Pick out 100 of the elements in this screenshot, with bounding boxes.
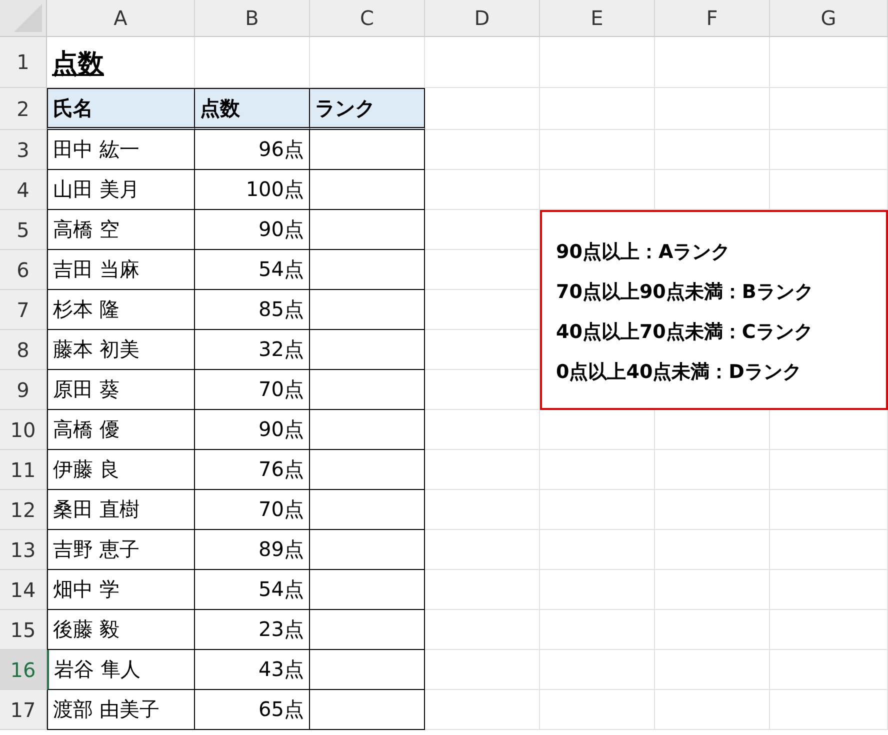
rule-text: 0点以上40点未満：Dランク	[556, 360, 802, 385]
empty-cell[interactable]	[540, 530, 655, 570]
empty-cell[interactable]	[655, 88, 770, 130]
table-cell: 原田 葵	[53, 376, 120, 403]
table-cell: 山田 美月	[53, 176, 140, 203]
empty-cell[interactable]	[655, 570, 770, 610]
table-cell: 吉田 当麻	[53, 256, 140, 283]
column-heading: 氏名	[53, 94, 93, 122]
table-cell: 54点	[258, 576, 304, 603]
empty-cell[interactable]	[770, 450, 888, 490]
row-header[interactable]: 3	[0, 130, 47, 170]
empty-cell[interactable]	[770, 530, 888, 570]
empty-cell[interactable]	[540, 490, 655, 530]
empty-cell[interactable]	[540, 37, 655, 88]
empty-cell[interactable]	[540, 610, 655, 650]
table-cell[interactable]	[310, 250, 425, 290]
row-header[interactable]: 1	[0, 37, 47, 88]
row-header[interactable]: 2	[0, 88, 47, 130]
row-header[interactable]: 10	[0, 410, 47, 450]
empty-cell[interactable]	[425, 170, 540, 210]
row-header[interactable]: 9	[0, 370, 47, 410]
row-header[interactable]: 17	[0, 690, 47, 730]
table-cell[interactable]	[310, 410, 425, 450]
empty-cell[interactable]	[770, 570, 888, 610]
table-cell: 96点	[258, 136, 304, 163]
empty-cell[interactable]	[770, 690, 888, 730]
empty-cell[interactable]	[770, 88, 888, 130]
table-cell: 85点	[258, 296, 304, 323]
table-cell[interactable]	[310, 170, 425, 210]
empty-cell[interactable]	[655, 610, 770, 650]
empty-cell[interactable]	[655, 650, 770, 690]
row-header[interactable]: 11	[0, 450, 47, 490]
table-cell: 伊藤 良	[53, 456, 120, 483]
table-cell: 岩谷 隼人	[54, 656, 140, 683]
row-header[interactable]: 12	[0, 490, 47, 530]
row-header[interactable]: 4	[0, 170, 47, 210]
table-cell[interactable]	[310, 690, 425, 730]
empty-cell[interactable]	[540, 650, 655, 690]
table-cell: 70点	[258, 496, 304, 523]
row-header[interactable]: 8	[0, 330, 47, 370]
empty-cell[interactable]	[425, 690, 540, 730]
table-cell: 76点	[258, 456, 304, 483]
table-cell[interactable]	[310, 210, 425, 250]
empty-cell[interactable]	[425, 650, 540, 690]
empty-cell[interactable]	[540, 690, 655, 730]
row-header[interactable]: 5	[0, 210, 47, 250]
empty-cell[interactable]	[655, 450, 770, 490]
empty-cell[interactable]	[425, 130, 540, 170]
empty-cell[interactable]	[770, 37, 888, 88]
column-header[interactable]: D	[425, 0, 540, 37]
empty-cell[interactable]	[770, 130, 888, 170]
empty-cell[interactable]	[770, 650, 888, 690]
empty-cell[interactable]	[540, 88, 655, 130]
rule-text: 40点以上70点未満：Cランク	[556, 320, 813, 345]
row-header[interactable]: 6	[0, 250, 47, 290]
table-cell[interactable]	[310, 530, 425, 570]
table-cell: 89点	[258, 536, 304, 563]
row-header[interactable]: 14	[0, 570, 47, 610]
row-header[interactable]: 13	[0, 530, 47, 570]
table-cell[interactable]	[310, 610, 425, 650]
table-cell[interactable]	[310, 490, 425, 530]
table-cell[interactable]	[310, 450, 425, 490]
empty-cell[interactable]	[770, 490, 888, 530]
empty-cell[interactable]	[425, 37, 540, 88]
row-header[interactable]: 7	[0, 290, 47, 330]
table-cell[interactable]	[310, 650, 425, 690]
empty-cell[interactable]	[655, 130, 770, 170]
row-header[interactable]: 16	[0, 650, 47, 690]
table-cell[interactable]	[310, 570, 425, 610]
empty-cell[interactable]	[540, 570, 655, 610]
empty-cell[interactable]	[425, 450, 540, 490]
empty-cell[interactable]	[425, 530, 540, 570]
empty-cell[interactable]	[425, 570, 540, 610]
empty-cell[interactable]	[655, 690, 770, 730]
table-cell[interactable]	[310, 290, 425, 330]
empty-cell[interactable]	[540, 450, 655, 490]
empty-cell[interactable]	[425, 490, 540, 530]
empty-cell[interactable]	[655, 490, 770, 530]
empty-cell[interactable]	[425, 410, 540, 450]
table-cell: 田中 紘一	[53, 136, 140, 163]
empty-cell[interactable]	[425, 610, 540, 650]
column-header[interactable]: B	[195, 0, 310, 37]
column-header[interactable]: G	[770, 0, 888, 37]
empty-cell[interactable]	[655, 530, 770, 570]
column-heading: ランク	[315, 94, 375, 122]
empty-cell[interactable]	[770, 610, 888, 650]
table-cell: 吉野 恵子	[53, 536, 140, 563]
column-header[interactable]: C	[310, 0, 425, 37]
table-cell: 65点	[258, 696, 304, 723]
column-header[interactable]: F	[655, 0, 770, 37]
table-cell: 54点	[258, 256, 304, 283]
column-header[interactable]: A	[47, 0, 195, 37]
row-header[interactable]: 15	[0, 610, 47, 650]
rule-text: 70点以上90点未満：Bランク	[556, 280, 814, 305]
empty-cell[interactable]	[655, 37, 770, 88]
empty-cell[interactable]	[540, 130, 655, 170]
table-cell[interactable]	[310, 130, 425, 170]
table-cell[interactable]	[310, 370, 425, 410]
table-cell[interactable]	[310, 330, 425, 370]
column-header[interactable]: E	[540, 0, 655, 37]
